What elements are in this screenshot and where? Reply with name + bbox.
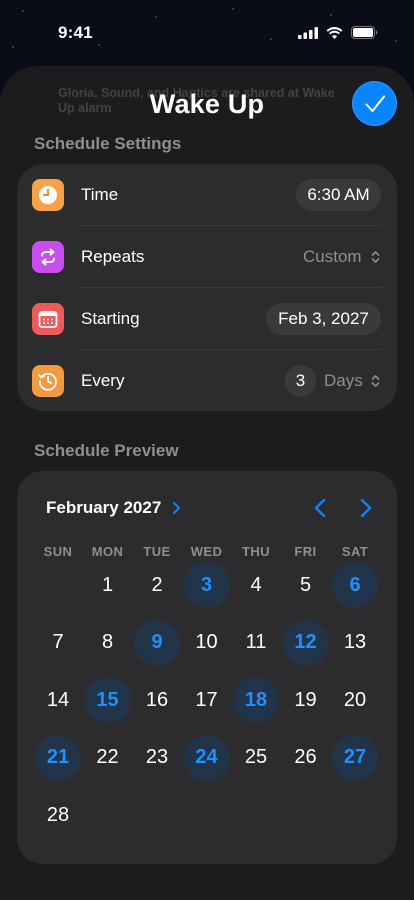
weekday-label: FRI [294, 544, 317, 559]
up-down-chevron-icon[interactable] [371, 374, 380, 388]
calendar-day[interactable]: 23 [134, 735, 180, 781]
calendar-day[interactable]: 8 [85, 620, 131, 666]
calendar-day[interactable]: 25 [233, 735, 279, 781]
calendar-day[interactable]: 20 [332, 677, 378, 723]
up-down-chevron-icon[interactable] [371, 250, 380, 264]
status-bar: 9:41 [0, 0, 414, 62]
calendar-day[interactable]: 7 [35, 620, 81, 666]
starting-row[interactable]: Starting Feb 3, 2027 [17, 288, 397, 350]
schedule-settings-header: Schedule Settings [34, 134, 182, 153]
calendar-day[interactable]: 17 [184, 677, 230, 723]
battery-icon [351, 26, 378, 39]
calendar-day-highlighted[interactable]: 9 [134, 619, 180, 666]
calendar-day-highlighted[interactable]: 12 [282, 619, 329, 666]
time-value-pill[interactable]: 6:30 AM [296, 179, 381, 211]
calendar-day-highlighted[interactable]: 3 [183, 562, 230, 608]
calendar-day-highlighted[interactable]: 18 [233, 677, 279, 723]
calendar-day[interactable]: 28 [35, 792, 81, 838]
cellular-signal-icon [298, 26, 318, 39]
calendar-day[interactable]: 1 [85, 562, 131, 608]
repeat-icon [32, 241, 64, 273]
wifi-icon [326, 26, 343, 39]
time-label: Time [81, 185, 119, 204]
calendar-day[interactable]: 14 [35, 677, 81, 723]
calendar-day[interactable]: 2 [134, 562, 180, 608]
starting-label: Starting [81, 309, 140, 328]
calendar-day[interactable]: 4 [233, 562, 279, 608]
calendar-day-highlighted[interactable]: 15 [84, 677, 131, 723]
calendar-day[interactable]: 26 [283, 735, 329, 781]
calendar-day-highlighted[interactable]: 21 [35, 734, 81, 781]
repeats-value[interactable]: Custom [303, 247, 362, 267]
history-clock-icon [32, 365, 64, 397]
calendar-day-highlighted[interactable]: 24 [183, 734, 230, 781]
calendar-day-highlighted[interactable]: 27 [332, 734, 378, 781]
every-unit-value[interactable]: Days [324, 371, 363, 391]
schedule-settings-card: Time 6:30 AM Repeats Custom Starting Feb… [17, 164, 397, 411]
every-count-pill[interactable]: 3 [285, 365, 316, 397]
calendar-day[interactable]: 22 [85, 735, 131, 781]
status-icons [298, 26, 378, 39]
every-label: Every [81, 371, 125, 390]
month-label[interactable]: February 2027 [46, 498, 161, 518]
every-row[interactable]: Every 3 Days [17, 350, 397, 412]
weekday-label: THU [242, 544, 270, 559]
calendar-icon [32, 303, 64, 335]
starting-date-pill[interactable]: Feb 3, 2027 [266, 303, 381, 335]
calendar-day[interactable]: 5 [283, 562, 329, 608]
weekday-label: SAT [341, 544, 369, 559]
repeats-row[interactable]: Repeats Custom [17, 226, 397, 288]
weekday-label: TUE [143, 544, 171, 559]
confirm-button[interactable] [352, 81, 397, 126]
weekday-label: MON [91, 544, 124, 559]
calendar-day[interactable]: 11 [233, 620, 279, 666]
calendar-day[interactable]: 13 [332, 620, 378, 666]
calendar-day[interactable]: 16 [134, 677, 180, 723]
status-time: 9:41 [58, 23, 93, 42]
chevron-right-icon[interactable] [172, 501, 181, 515]
clock-icon [32, 179, 64, 211]
previous-month-button[interactable] [311, 497, 329, 519]
chevron-right-icon [360, 498, 372, 518]
repeats-label: Repeats [81, 247, 145, 266]
weekday-label: SUN [43, 544, 73, 559]
calendar-card: February 2027 SUN MON TUE WED THU FRI SAT 1234… [17, 471, 397, 864]
weekday-label: WED [190, 544, 223, 559]
calendar-day-highlighted[interactable]: 6 [332, 562, 378, 608]
time-row[interactable]: Time 6:30 AM [17, 164, 397, 226]
schedule-preview-header: Schedule Preview [34, 441, 179, 460]
next-month-button[interactable] [357, 497, 375, 519]
chevron-left-icon [314, 498, 326, 518]
checkmark-icon [365, 95, 385, 112]
calendar-day[interactable]: 10 [184, 620, 230, 666]
calendar-day[interactable]: 19 [283, 677, 329, 723]
